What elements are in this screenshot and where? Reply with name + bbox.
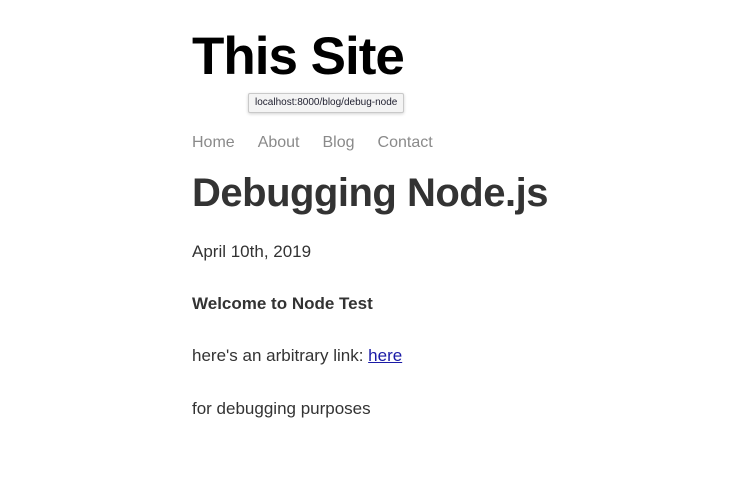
nav-item-contact[interactable]: Contact bbox=[378, 133, 433, 153]
post-date: April 10th, 2019 bbox=[192, 242, 312, 261]
nav-item-blog[interactable]: Blog bbox=[323, 133, 355, 153]
main-nav: Home About Blog Contact bbox=[192, 133, 433, 153]
post-link-paragraph: here's an arbitrary link: here bbox=[192, 346, 402, 366]
page: This Site localhost:8000/blog/debug-node… bbox=[0, 0, 749, 488]
post-heading: Welcome to Node Test bbox=[192, 294, 373, 313]
nav-item-about[interactable]: About bbox=[258, 133, 300, 153]
post-closing-text: for debugging purposes bbox=[192, 399, 371, 418]
link-url-tooltip: localhost:8000/blog/debug-node bbox=[248, 93, 405, 113]
nav-item-home[interactable]: Home bbox=[192, 133, 235, 153]
post-link[interactable]: here bbox=[368, 346, 402, 365]
site-title[interactable]: This Site bbox=[192, 29, 405, 85]
post-title: Debugging Node.js bbox=[192, 171, 548, 215]
post-link-prefix: here's an arbitrary link: bbox=[192, 346, 369, 365]
